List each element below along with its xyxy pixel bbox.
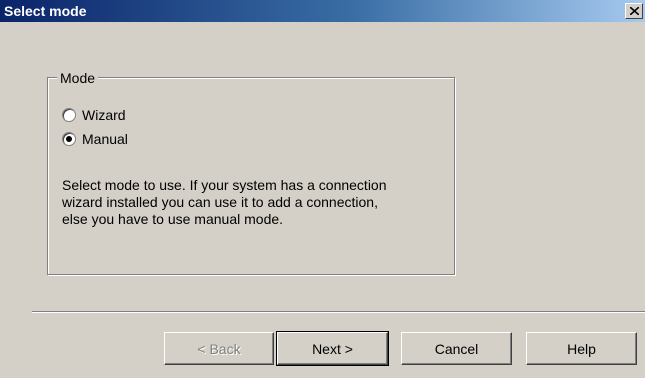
description-line-3: else you have to use manual mode.	[62, 211, 284, 227]
select-mode-dialog: Select mode Mode Wizard Manual Select mo…	[0, 0, 645, 378]
separator-line	[32, 311, 645, 313]
radio-selected-dot	[66, 136, 72, 142]
radio-wizard-label[interactable]: Wizard	[82, 107, 126, 123]
close-button[interactable]	[625, 3, 643, 19]
close-icon	[630, 7, 639, 15]
help-button[interactable]: Help	[526, 332, 637, 365]
back-button[interactable]: < Back	[164, 332, 274, 365]
window-title: Select mode	[4, 3, 87, 19]
cancel-button[interactable]: Cancel	[401, 332, 512, 365]
description-line-2: wizard installed you can use it to add a…	[62, 194, 378, 210]
next-button[interactable]: Next >	[276, 331, 389, 366]
title-bar: Select mode	[0, 0, 645, 22]
mode-group-legend: Mode	[57, 70, 99, 86]
description-line-1: Select mode to use. If your system has a…	[62, 177, 387, 193]
radio-manual-circle[interactable]	[62, 132, 76, 146]
radio-wizard[interactable]: Wizard	[62, 106, 126, 124]
radio-manual-label[interactable]: Manual	[82, 131, 128, 147]
radio-wizard-circle[interactable]	[62, 108, 76, 122]
radio-manual[interactable]: Manual	[62, 130, 128, 148]
mode-description: Select mode to use. If your system has a…	[62, 177, 447, 228]
